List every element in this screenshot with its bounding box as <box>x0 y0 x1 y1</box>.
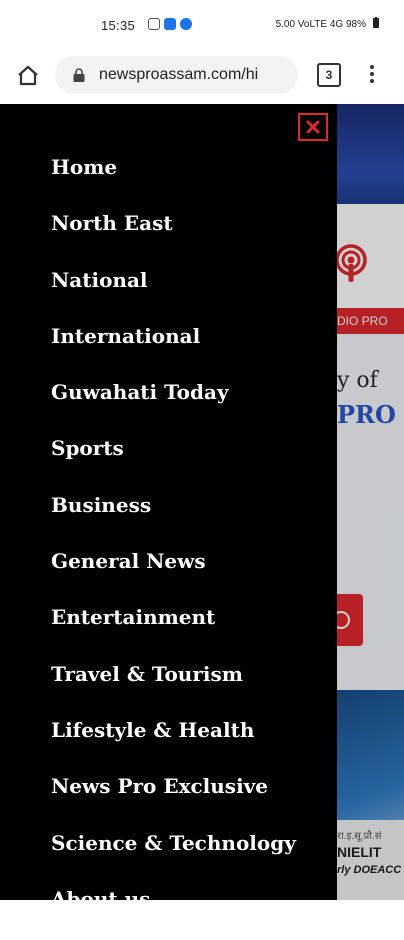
home-button[interactable] <box>14 62 42 90</box>
network-status-text: 5.00 VoLTE 4G 98% <box>275 19 366 30</box>
tab-switcher-button[interactable]: 3 <box>317 63 341 87</box>
drawer-scrim[interactable] <box>337 104 404 900</box>
more-menu-button[interactable] <box>366 62 378 88</box>
address-bar[interactable]: newsproassam.com/hi <box>55 56 298 94</box>
url-text: newsproassam.com/hi <box>99 66 259 83</box>
dot-icon <box>370 65 374 69</box>
status-right: 5.00 VoLTE 4G 98% <box>276 17 380 32</box>
lock-icon <box>71 67 87 83</box>
navigation-drawer: Home North East National International G… <box>0 104 337 911</box>
sync-icon <box>180 18 192 30</box>
nav-item-entertainment[interactable]: Entertainment <box>51 602 296 658</box>
nav-item-business[interactable]: Business <box>51 490 296 546</box>
close-button[interactable] <box>298 113 328 141</box>
nav-item-national[interactable]: National <box>51 265 296 321</box>
nav-item-general-news[interactable]: General News <box>51 546 296 602</box>
dot-icon <box>370 72 374 76</box>
nav-item-travel-tourism[interactable]: Travel & Tourism <box>51 659 296 715</box>
nav-item-guwahati-today[interactable]: Guwahati Today <box>51 377 296 433</box>
nav-item-science-technology[interactable]: Science & Technology <box>51 828 296 884</box>
nav-item-about-us[interactable]: About us <box>51 884 296 940</box>
nav-item-sports[interactable]: Sports <box>51 433 296 489</box>
nav-item-international[interactable]: International <box>51 321 296 377</box>
nav-item-news-pro-exclusive[interactable]: News Pro Exclusive <box>51 771 296 827</box>
home-icon <box>18 65 38 86</box>
nav-menu: Home North East National International G… <box>51 152 296 940</box>
dot-icon <box>370 79 374 83</box>
battery-icon <box>372 17 380 32</box>
cloud-icon <box>164 18 176 30</box>
status-time: 15:35 <box>101 18 136 33</box>
notification-icons <box>148 18 192 30</box>
browser-toolbar: newsproassam.com/hi 3 <box>0 50 404 102</box>
status-bar: 15:35 5.00 VoLTE 4G 98% <box>0 0 404 50</box>
nav-item-lifestyle-health[interactable]: Lifestyle & Health <box>51 715 296 771</box>
nav-item-home[interactable]: Home <box>51 152 296 208</box>
close-icon <box>306 120 320 134</box>
shield-icon <box>148 18 160 30</box>
nav-item-north-east[interactable]: North East <box>51 208 296 264</box>
